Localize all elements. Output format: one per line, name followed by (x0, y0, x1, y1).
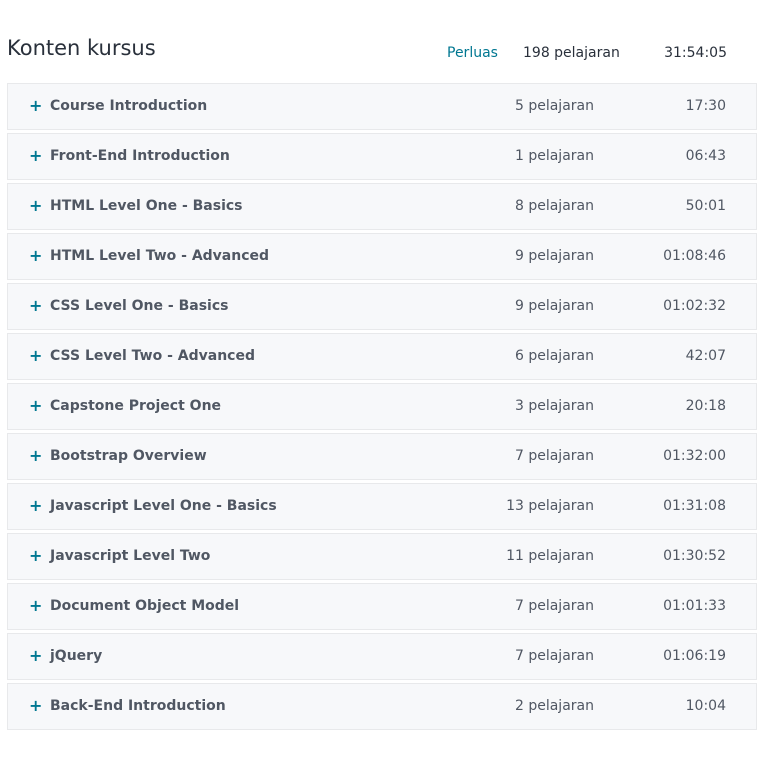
section-lessons-count: 7 pelajaran (514, 648, 594, 664)
section-title: Course Introduction (50, 98, 208, 114)
plus-icon: + (29, 446, 43, 465)
section-list: + Course Introduction 5 pelajaran 17:30 … (7, 83, 757, 733)
section-title: CSS Level Two - Advanced (50, 348, 255, 364)
section-duration: 01:08:46 (663, 248, 726, 264)
plus-icon: + (29, 196, 43, 215)
section-lessons-count: 6 pelajaran (514, 348, 594, 364)
plus-icon: + (29, 696, 43, 715)
section-duration: 01:32:00 (663, 448, 726, 464)
plus-icon: + (29, 96, 43, 115)
plus-icon: + (29, 496, 43, 515)
section-title: HTML Level One - Basics (50, 198, 243, 214)
plus-icon: + (29, 396, 43, 415)
section-title: Javascript Level Two (50, 548, 211, 564)
section-lessons-count: 7 pelajaran (514, 598, 594, 614)
plus-icon: + (29, 596, 43, 615)
section-duration: 50:01 (685, 198, 726, 214)
plus-icon: + (29, 646, 43, 665)
section-row[interactable]: + HTML Level One - Basics 8 pelajaran 50… (7, 183, 757, 230)
section-duration: 01:01:33 (663, 598, 726, 614)
section-title: Capstone Project One (50, 398, 222, 414)
section-title: Javascript Level One - Basics (50, 498, 277, 514)
section-row[interactable]: + Back-End Introduction 2 pelajaran 10:0… (7, 683, 757, 730)
section-title: HTML Level Two - Advanced (50, 248, 270, 264)
section-duration: 20:18 (685, 398, 726, 414)
section-row[interactable]: + Front-End Introduction 1 pelajaran 06:… (7, 133, 757, 180)
section-lessons-count: 9 pelajaran (514, 248, 594, 264)
section-duration: 01:02:32 (663, 298, 726, 314)
section-duration: 10:04 (685, 698, 726, 714)
section-row[interactable]: + Javascript Level Two 11 pelajaran 01:3… (7, 533, 757, 580)
section-duration: 01:06:19 (663, 648, 726, 664)
plus-icon: + (29, 296, 43, 315)
total-duration: 31:54:05 (664, 45, 727, 61)
section-row[interactable]: + HTML Level Two - Advanced 9 pelajaran … (7, 233, 757, 280)
section-title: Bootstrap Overview (50, 448, 207, 464)
course-content-header: Konten kursus Perluas 198 pelajaran 31:5… (0, 0, 765, 83)
section-row[interactable]: + CSS Level Two - Advanced 6 pelajaran 4… (7, 333, 757, 380)
section-lessons-count: 9 pelajaran (514, 298, 594, 314)
plus-icon: + (29, 346, 43, 365)
section-duration: 06:43 (685, 148, 726, 164)
section-row[interactable]: + CSS Level One - Basics 9 pelajaran 01:… (7, 283, 757, 330)
section-row[interactable]: + Javascript Level One - Basics 13 pelaj… (7, 483, 757, 530)
plus-icon: + (29, 246, 43, 265)
section-lessons-count: 8 pelajaran (514, 198, 594, 214)
section-duration: 42:07 (685, 348, 726, 364)
expand-all-button[interactable]: Perluas (447, 43, 498, 63)
section-title: CSS Level One - Basics (50, 298, 229, 314)
section-lessons-count: 3 pelajaran (514, 398, 594, 414)
plus-icon: + (29, 146, 43, 165)
section-lessons-count: 7 pelajaran (514, 448, 594, 464)
section-duration: 01:30:52 (663, 548, 726, 564)
section-lessons-count: 2 pelajaran (514, 698, 594, 714)
section-title: Back-End Introduction (50, 698, 226, 714)
section-title: jQuery (50, 648, 103, 664)
section-lessons-count: 13 pelajaran (506, 498, 594, 514)
section-row[interactable]: + Bootstrap Overview 7 pelajaran 01:32:0… (7, 433, 757, 480)
section-row[interactable]: + Course Introduction 5 pelajaran 17:30 (7, 83, 757, 130)
section-lessons-count: 1 pelajaran (514, 148, 594, 164)
section-duration: 01:31:08 (663, 498, 726, 514)
section-duration: 17:30 (685, 98, 726, 114)
section-row[interactable]: + Document Object Model 7 pelajaran 01:0… (7, 583, 757, 630)
section-row[interactable]: + Capstone Project One 3 pelajaran 20:18 (7, 383, 757, 430)
section-title: Front-End Introduction (50, 148, 230, 164)
page-title: Konten kursus (7, 36, 156, 60)
section-lessons-count: 11 pelajaran (506, 548, 594, 564)
section-row[interactable]: + jQuery 7 pelajaran 01:06:19 (7, 633, 757, 680)
plus-icon: + (29, 546, 43, 565)
section-title: Document Object Model (50, 598, 240, 614)
section-lessons-count: 5 pelajaran (514, 98, 594, 114)
total-lessons-count: 198 pelajaran (523, 45, 620, 61)
